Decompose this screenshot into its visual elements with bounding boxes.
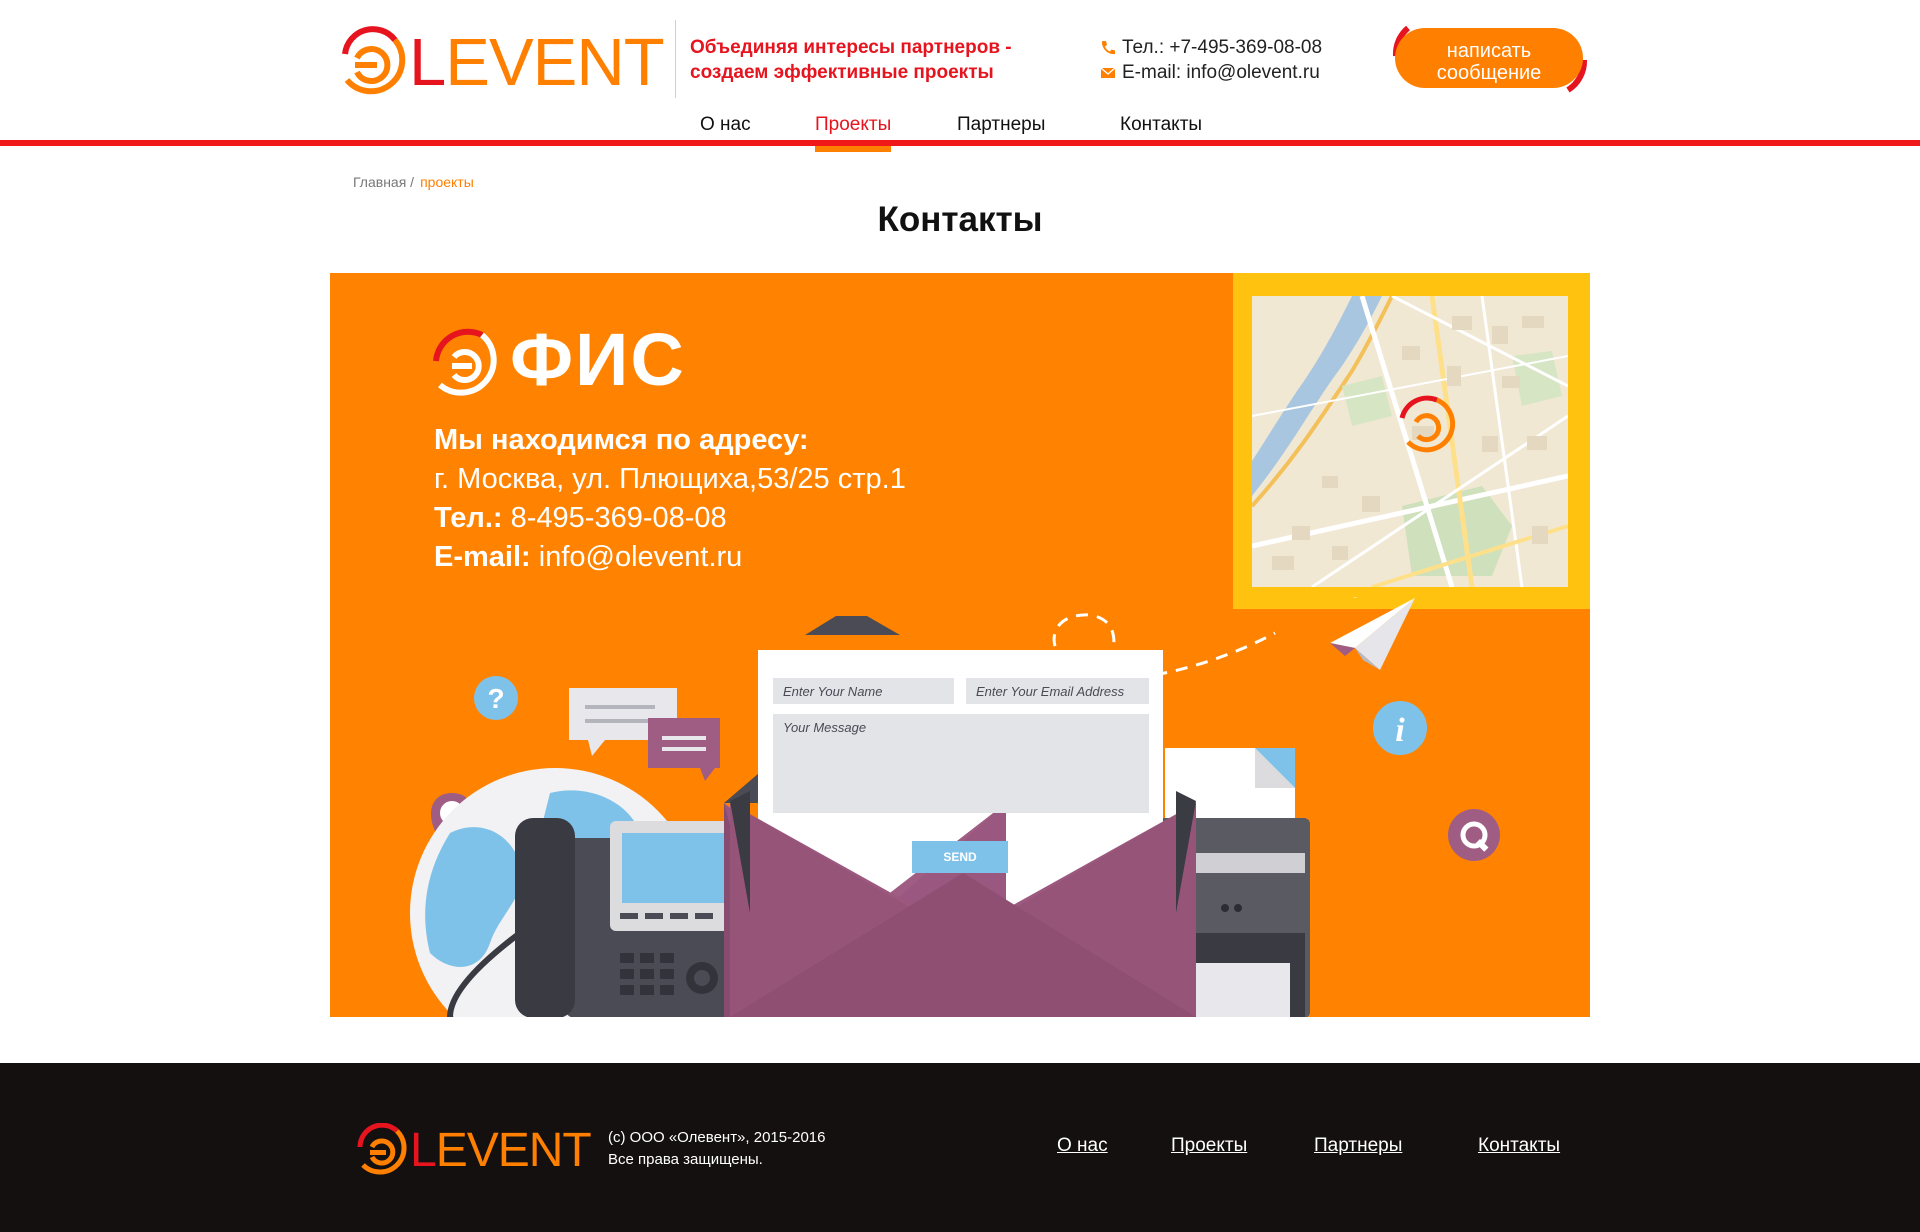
header-contacts: Тел.: +7-495-369-08-08 E-mail: info@olev… (1100, 35, 1322, 85)
site-footer: LEVENT (c) ООО «Олевент», 2015-2016 Все … (0, 1063, 1920, 1232)
svg-text:i: i (1395, 712, 1405, 749)
contact-illustration: ? i (410, 596, 1500, 1017)
footer-link-partners[interactable]: Партнеры (1314, 1135, 1402, 1157)
phone-icon (1101, 40, 1115, 54)
page-title: Контакты (877, 200, 1043, 239)
paper-plane-icon (1353, 596, 1360, 598)
logo-ring-icon (342, 26, 406, 95)
footer-logo[interactable]: LEVENT (355, 1123, 592, 1179)
nav-underline-bar (0, 140, 1920, 146)
send-button[interactable]: SEND (912, 841, 1008, 873)
settings-icon (1448, 809, 1500, 861)
info-icon: i (1373, 701, 1427, 755)
footer-link-contacts[interactable]: Контакты (1478, 1135, 1560, 1157)
slogan: Объединяя интересы партнеров - создаем э… (690, 37, 1012, 83)
header-phone[interactable]: Тел.: +7-495-369-08-08 (1122, 35, 1322, 60)
name-input[interactable]: Enter Your Name (773, 678, 954, 704)
footer-link-about[interactable]: О нас (1057, 1135, 1108, 1157)
mail-icon (1100, 66, 1116, 78)
breadcrumb: Главная / проекты (353, 174, 474, 190)
breadcrumb-home[interactable]: Главная / (353, 174, 414, 190)
footer-link-projects[interactable]: Проекты (1171, 1135, 1247, 1157)
logo-text: LEVENT (409, 25, 665, 100)
contact-banner: ФИС Мы находимся по адресу: г. Москва, у… (330, 273, 1590, 1017)
header-email[interactable]: E-mail: info@olevent.ru (1122, 60, 1320, 85)
copyright: (c) ООО «Олевент», 2015-2016 Все права з… (608, 1129, 826, 1168)
header-divider (675, 20, 676, 98)
olevent-logo[interactable]: LEVENT (333, 24, 665, 102)
breadcrumb-current: проекты (420, 174, 474, 190)
footer-logo-ring-icon (357, 1123, 407, 1175)
footer-logo-text: LEVENT (410, 1124, 592, 1177)
chat-bubbles-icon (569, 688, 720, 781)
message-input[interactable]: Your Message (773, 714, 1149, 813)
svg-text:?: ? (487, 683, 504, 714)
email-input[interactable]: Enter Your Email Address (966, 678, 1149, 704)
write-message-button[interactable]: написать сообщение (1395, 28, 1583, 88)
